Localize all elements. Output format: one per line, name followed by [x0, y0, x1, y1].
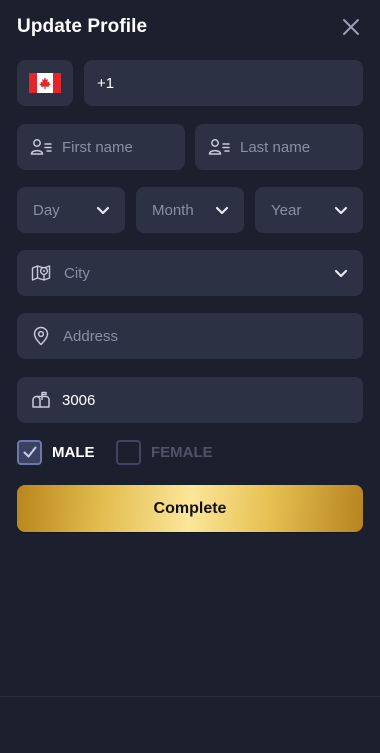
- city-placeholder: City: [64, 264, 90, 282]
- year-placeholder: Year: [271, 201, 302, 219]
- month-placeholder: Month: [152, 201, 194, 219]
- chevron-down-icon: [95, 202, 111, 218]
- address-placeholder: Address: [63, 327, 119, 345]
- first-name-field[interactable]: First name: [17, 124, 185, 170]
- location-pin-icon: [31, 326, 51, 346]
- year-select[interactable]: Year: [255, 187, 363, 233]
- zip-value: 3006: [62, 391, 96, 409]
- update-profile-screen: Update Profile +1 First name Last name D…: [0, 0, 380, 753]
- month-select[interactable]: Month: [136, 187, 244, 233]
- complete-button[interactable]: Complete: [17, 485, 363, 532]
- user-list-icon: [208, 138, 230, 156]
- last-name-field[interactable]: Last name: [195, 124, 363, 170]
- user-list-icon: [30, 138, 52, 156]
- country-code-select[interactable]: [17, 60, 73, 106]
- map-pin-icon: [31, 263, 51, 283]
- gender-male-option[interactable]: MALE: [17, 439, 95, 465]
- chevron-down-icon: [333, 265, 349, 281]
- canada-flag-icon: [29, 73, 61, 93]
- first-name-placeholder: First name: [62, 138, 133, 156]
- male-checkbox[interactable]: [17, 439, 42, 465]
- female-label: FEMALE: [151, 443, 213, 461]
- address-field[interactable]: Address: [17, 313, 363, 359]
- day-placeholder: Day: [33, 201, 60, 219]
- last-name-placeholder: Last name: [240, 138, 311, 156]
- zip-field[interactable]: 3006: [17, 377, 363, 423]
- day-select[interactable]: Day: [17, 187, 125, 233]
- gender-female-option[interactable]: FEMALE: [116, 439, 213, 465]
- checkmark-icon: [23, 446, 36, 458]
- chevron-down-icon: [333, 202, 349, 218]
- page-title: Update Profile: [17, 16, 148, 37]
- header: Update Profile: [17, 14, 363, 40]
- female-checkbox[interactable]: [116, 439, 141, 465]
- male-label: MALE: [52, 443, 95, 461]
- phone-input[interactable]: +1: [84, 60, 363, 106]
- close-icon[interactable]: [341, 17, 361, 37]
- city-select[interactable]: City: [17, 250, 363, 296]
- chevron-down-icon: [214, 202, 230, 218]
- dial-code: +1: [97, 74, 115, 92]
- mailbox-icon: [31, 390, 51, 410]
- bottom-divider: [0, 696, 380, 697]
